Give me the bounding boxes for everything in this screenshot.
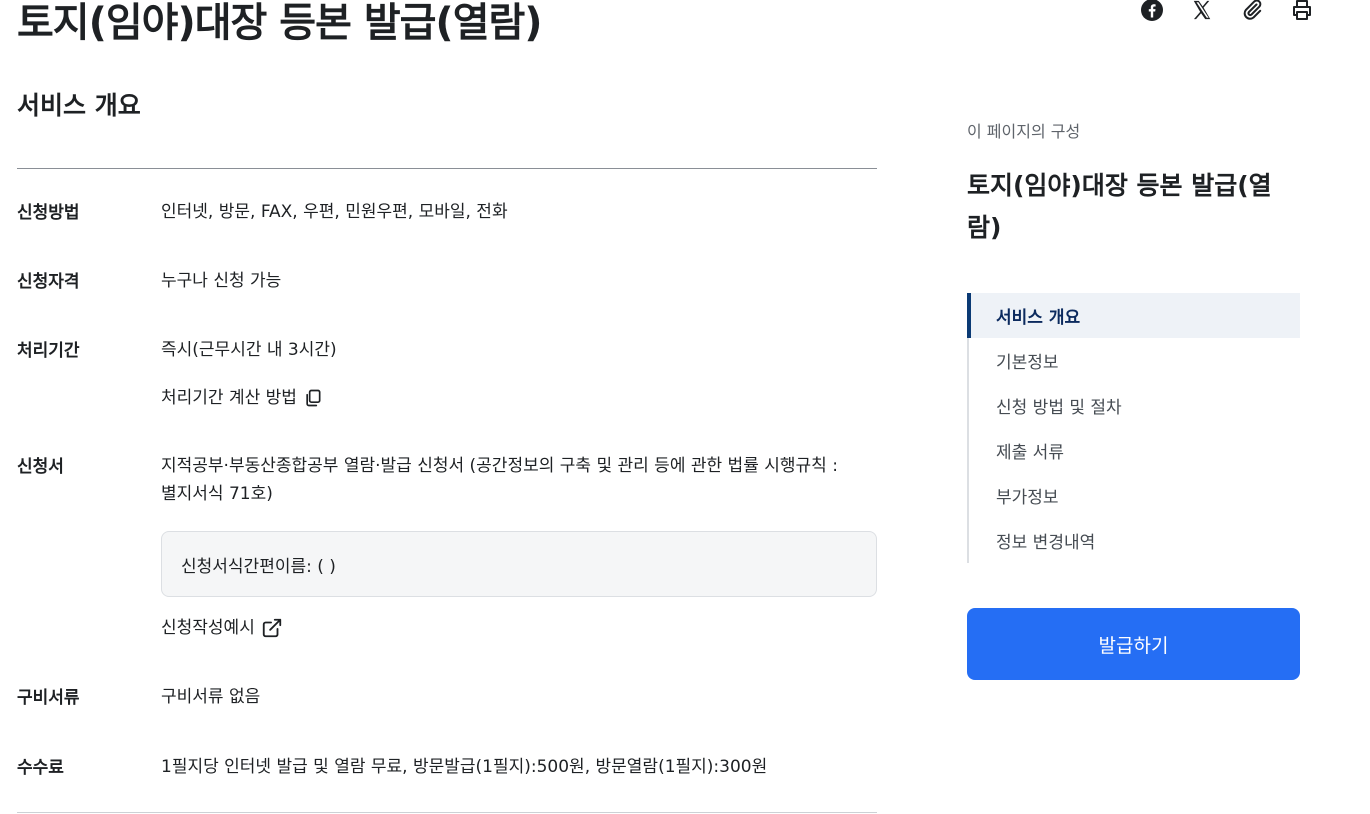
toc-item-basic-info[interactable]: 기본정보 (969, 338, 1300, 383)
issue-button[interactable]: 발급하기 (967, 608, 1300, 680)
form-example-link-label: 신청작성예시 (161, 618, 255, 638)
form-name-line2: 별지서식 71호) (161, 484, 273, 504)
toc-item-additional-info[interactable]: 부가정보 (969, 473, 1300, 518)
toc-title: 토지(임야)대장 등본 발급(열람) (967, 171, 1272, 242)
form-name-line1: 지적공부·부동산종합공부 열람·발급 신청서 (공간정보의 구축 및 관리 등에… (161, 456, 838, 476)
attachment-icon[interactable] (1238, 0, 1266, 24)
info-label: 신청서 (17, 457, 64, 477)
period-calc-link-label: 처리기간 계산 방법 (161, 388, 297, 408)
toc-item-required-documents[interactable]: 제출 서류 (969, 428, 1300, 473)
toc-list: 서비스 개요 기본정보 신청 방법 및 절차 제출 서류 부가정보 정보 변경내… (967, 293, 1300, 563)
info-label: 신청방법 (17, 203, 80, 223)
info-value: 즉시(근무시간 내 3시간) (161, 340, 337, 360)
print-icon[interactable] (1288, 0, 1316, 24)
toc-caption: 이 페이지의 구성 (967, 122, 1081, 141)
copy-icon (306, 389, 321, 407)
info-value: 인터넷, 방문, FAX, 우편, 민원우편, 모바일, 전화 (161, 202, 508, 222)
section-bottom-divider (17, 812, 877, 813)
section-top-divider (17, 168, 877, 169)
x-icon[interactable] (1188, 0, 1216, 24)
form-simple-name: 신청서식간편이름: ( ) (181, 556, 336, 577)
info-label: 처리기간 (17, 341, 80, 361)
info-label: 구비서류 (17, 688, 80, 708)
toc-item-change-history[interactable]: 정보 변경내역 (969, 518, 1300, 563)
toc-item-overview[interactable]: 서비스 개요 (967, 293, 1300, 338)
info-value: 구비서류 없음 (161, 687, 261, 707)
form-simple-name-box: 신청서식간편이름: ( ) (161, 531, 877, 597)
info-value: 지적공부·부동산종합공부 열람·발급 신청서 (공간정보의 구축 및 관리 등에… (161, 452, 838, 508)
facebook-icon[interactable] (1138, 0, 1166, 24)
section-title: 서비스 개요 (17, 91, 141, 120)
external-link-icon (262, 618, 282, 638)
toc-item-application-procedure[interactable]: 신청 방법 및 절차 (969, 383, 1300, 428)
form-example-link[interactable]: 신청작성예시 (161, 614, 283, 642)
info-label: 수수료 (17, 758, 64, 778)
period-calc-link[interactable]: 처리기간 계산 방법 (161, 384, 323, 412)
page-title: 토지(임야)대장 등본 발급(열람) (17, 0, 543, 46)
info-label: 신청자격 (17, 272, 80, 292)
info-value: 누구나 신청 가능 (161, 271, 282, 291)
info-value: 1필지당 인터넷 발급 및 열람 무료, 방문발급(1필지):500원, 방문열… (161, 757, 768, 777)
share-bar (1138, 0, 1316, 24)
